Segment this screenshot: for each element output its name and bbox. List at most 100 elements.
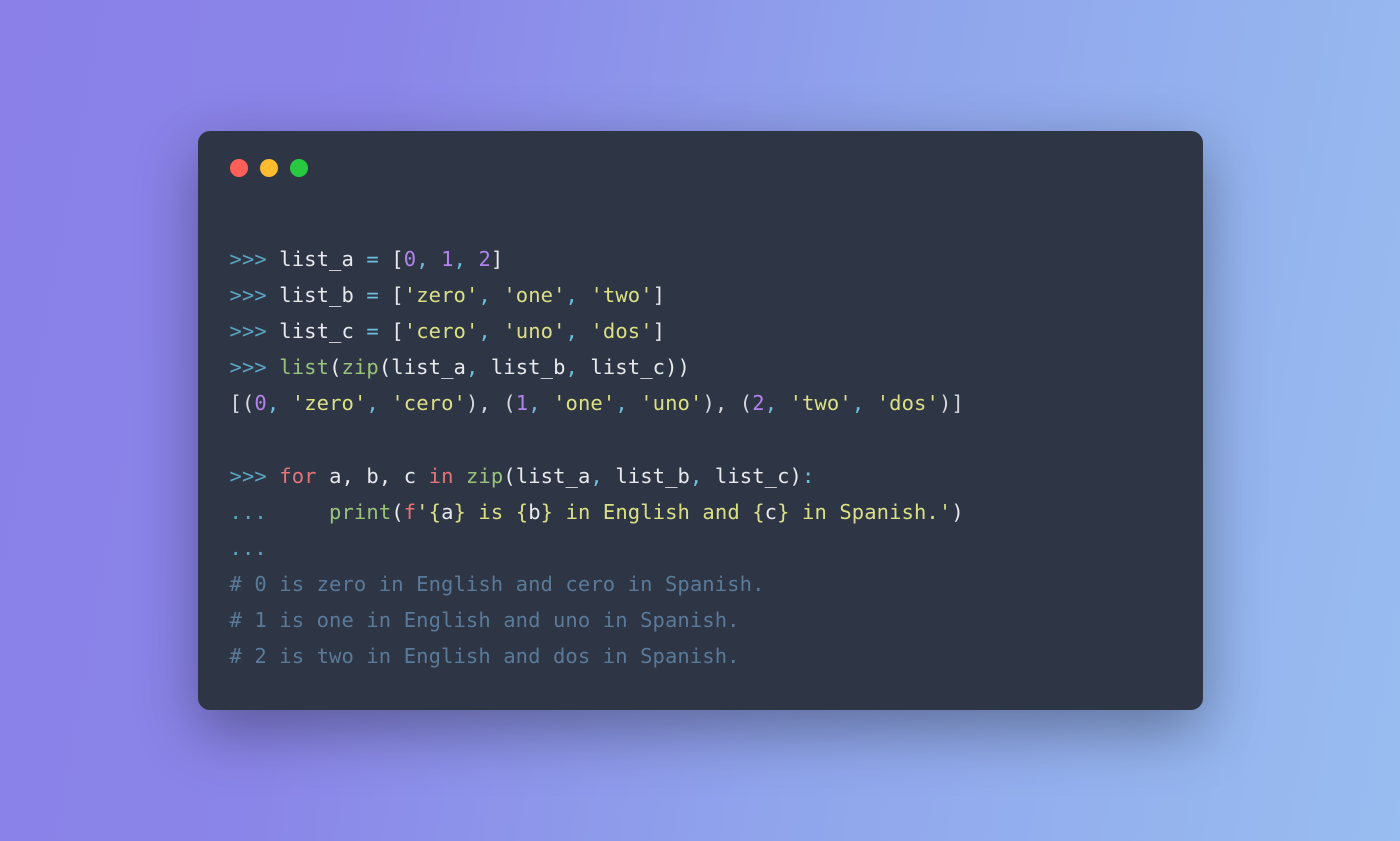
comma: , [852,391,864,415]
comma: , [366,391,378,415]
identifier: list_b [615,464,690,488]
indent [267,500,329,524]
paren: ) [951,500,963,524]
comment: # 0 is zero in English and cero in Spani… [230,572,765,596]
code-line: # 2 is two in English and dos in Spanish… [230,644,740,668]
traffic-lights [230,159,1171,177]
paren: ( [329,355,341,379]
number-literal: 0 [254,391,266,415]
operator: = [366,283,378,307]
number-literal: 1 [441,247,453,271]
fstring-expr: b [528,500,540,524]
comment: # 1 is one in English and uno in Spanish… [230,608,740,632]
code-line: >>> list_b = ['zero', 'one', 'two'] [230,283,666,307]
string-literal: 'dos' [590,319,652,343]
comma: , [590,464,602,488]
identifier: a, b, c [329,464,416,488]
identifier: list_b [279,283,354,307]
string-quote: ' [416,500,428,524]
string-literal: 'uno' [640,391,702,415]
bracket: [ [391,283,403,307]
fstring-brace: { [516,500,528,524]
output-text: ), ( [466,391,516,415]
fstring-brace: } [777,500,789,524]
string-literal: 'uno' [503,319,565,343]
code-line: ... print(f'{a} is {b} in English and {c… [230,500,964,524]
string-literal: 'cero' [404,319,479,343]
code-line: >>> list(zip(list_a, list_b, list_c)) [230,355,690,379]
string-literal: 'zero' [404,283,479,307]
comma: , [765,391,777,415]
fstring-expr: a [441,500,453,524]
string-literal: 'two' [590,283,652,307]
operator: = [366,247,378,271]
output-text: [( [230,391,255,415]
code-line: ... [230,536,267,560]
repl-prompt: >>> [230,247,267,271]
repl-prompt: >>> [230,319,267,343]
comma: , [566,355,578,379]
code-line: # 0 is zero in English and cero in Spani… [230,572,765,596]
paren: ) [665,355,677,379]
identifier: list_a [391,355,466,379]
string-literal: 'one' [553,391,615,415]
identifier: list_a [516,464,591,488]
repl-prompt: >>> [230,283,267,307]
minimize-button[interactable] [260,159,278,177]
paren: ) [790,464,802,488]
bracket: ] [491,247,503,271]
comma: , [416,247,428,271]
repl-continuation: ... [230,500,267,524]
string-literal: 'dos' [877,391,939,415]
paren: ( [503,464,515,488]
number-literal: 2 [478,247,490,271]
bracket: ] [653,319,665,343]
operator: = [366,319,378,343]
string-literal: 'one' [503,283,565,307]
string-text: in English and [553,500,752,524]
fstring-brace: } [541,500,553,524]
builtin-function: list [279,355,329,379]
code-line: # 1 is one in English and uno in Spanish… [230,608,740,632]
comma: , [454,247,466,271]
code-line: [(0, 'zero', 'cero'), (1, 'one', 'uno'),… [230,391,964,415]
comma: , [615,391,627,415]
code-block: >>> list_a = [0, 1, 2] >>> list_b = ['ze… [230,205,1171,674]
comma: , [566,283,578,307]
code-line: >>> for a, b, c in zip(list_a, list_b, l… [230,464,815,488]
fstring-brace: { [752,500,764,524]
paren: ( [379,355,391,379]
comma: , [690,464,702,488]
repl-prompt: >>> [230,464,267,488]
string-literal: 'cero' [391,391,466,415]
repl-continuation: ... [230,536,267,560]
string-text: is [466,500,516,524]
identifier: list_a [279,247,354,271]
fstring-brace: { [429,500,441,524]
terminal-window: >>> list_a = [0, 1, 2] >>> list_b = ['ze… [198,131,1203,710]
maximize-button[interactable] [290,159,308,177]
output-text: ), ( [702,391,752,415]
paren: ) [678,355,690,379]
number-literal: 1 [516,391,528,415]
comment: # 2 is two in English and dos in Spanish… [230,644,740,668]
bracket: [ [391,247,403,271]
keyword: in [429,464,454,488]
identifier: list_c [279,319,354,343]
identifier: list_c [590,355,665,379]
comma: , [478,283,490,307]
close-button[interactable] [230,159,248,177]
bracket: [ [391,319,403,343]
string-text: in Spanish. [790,500,939,524]
identifier: list_c [715,464,790,488]
number-literal: 2 [752,391,764,415]
string-quote: ' [939,500,951,524]
paren: ( [391,500,403,524]
repl-prompt: >>> [230,355,267,379]
comma: , [528,391,540,415]
comma: , [566,319,578,343]
fstring-prefix: f [404,500,416,524]
colon: : [802,464,814,488]
fstring-brace: } [454,500,466,524]
builtin-function: zip [466,464,503,488]
